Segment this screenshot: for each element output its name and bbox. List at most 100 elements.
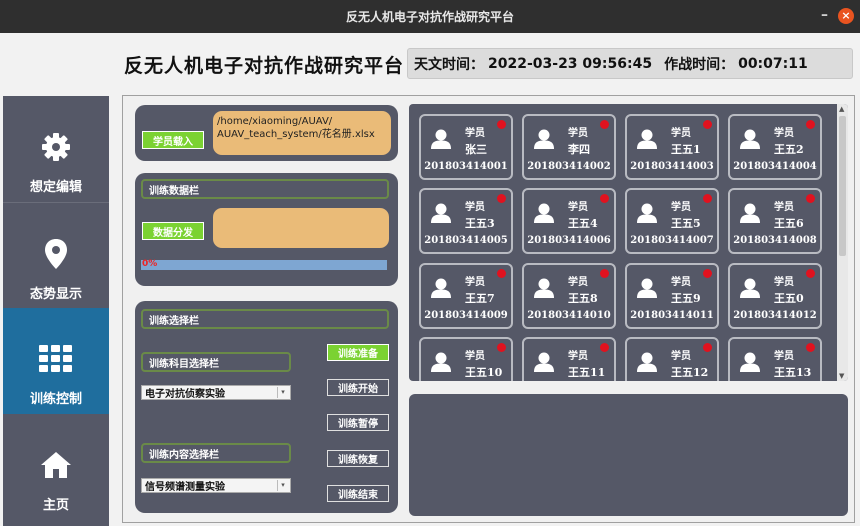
training-end-button[interactable]: 训练结束 [327, 485, 389, 502]
student-name: 王五12 [671, 366, 709, 379]
minimize-button[interactable]: – [821, 7, 828, 23]
student-role: 学员 [465, 351, 485, 362]
student-id: 201803414001 [424, 161, 508, 172]
student-name: 王五13 [774, 366, 812, 379]
user-avatar-icon [430, 128, 452, 154]
student-id: 201803414012 [733, 310, 817, 321]
student-name: 王五8 [568, 292, 598, 305]
status-dot [703, 269, 712, 278]
student-name: 李四 [568, 143, 590, 156]
student-role: 学员 [465, 277, 485, 288]
user-avatar-icon [430, 202, 452, 228]
student-card[interactable]: 学员 王五5 201803414007 [625, 188, 719, 254]
close-button[interactable]: × [838, 8, 854, 24]
student-card[interactable]: 学员 王五3 201803414005 [419, 188, 513, 254]
nav-label: 主页 [42, 498, 69, 513]
user-avatar-icon [636, 277, 658, 303]
training-prepare-button[interactable]: 训练准备 [327, 344, 389, 361]
student-id: 201803414004 [733, 161, 817, 172]
training-start-button[interactable]: 训练开始 [327, 379, 389, 396]
nav-item-situation-display[interactable]: 态势显示 [3, 203, 109, 309]
student-id: 201803414005 [424, 235, 508, 246]
nav-item-home[interactable]: 主页 [3, 414, 109, 520]
combat-time-value: 00:07:11 [738, 55, 808, 72]
scroll-up-icon[interactable]: ▲ [839, 105, 844, 113]
status-dot [806, 120, 815, 129]
student-card[interactable]: 学员 王五2 201803414004 [728, 114, 822, 180]
student-card[interactable]: 学员王五0 201803414012 [728, 263, 822, 329]
status-dot [806, 269, 815, 278]
status-dot [703, 343, 712, 352]
window-titlebar: 反无人机电子对抗作战研究平台 – × [0, 0, 860, 33]
status-dot [806, 343, 815, 352]
student-id: 201803414009 [424, 310, 508, 321]
scroll-thumb[interactable] [839, 116, 846, 256]
user-avatar-icon [636, 351, 658, 377]
student-id: 201803414006 [527, 235, 611, 246]
student-card[interactable]: 学员王五13 [728, 337, 822, 381]
student-role: 学员 [568, 128, 588, 139]
content-dropdown-value: 信号频谱测量实验 [145, 482, 225, 493]
load-students-button[interactable]: 学员载入 [142, 131, 204, 149]
nav-item-scenario-edit[interactable]: 想定编辑 [3, 96, 109, 202]
data-output-box [213, 208, 389, 248]
progress-text: 0% [142, 259, 158, 269]
user-avatar-icon [739, 202, 761, 228]
sidebar: 想定编辑 态势显示 训练控制 主页 [3, 96, 109, 526]
subject-select-label: 训练科目选择栏 [141, 352, 291, 372]
distribute-data-button[interactable]: 数据分发 [142, 222, 204, 240]
student-card[interactable]: 学员 王五6 201803414008 [728, 188, 822, 254]
user-avatar-icon [533, 277, 555, 303]
user-avatar-icon [636, 202, 658, 228]
student-role: 学员 [774, 128, 794, 139]
student-card[interactable]: 学员王五12 [625, 337, 719, 381]
student-id: 201803414002 [527, 161, 611, 172]
user-avatar-icon [636, 128, 658, 154]
student-role: 学员 [568, 277, 588, 288]
grid-scrollbar[interactable]: ▲ ▼ [837, 104, 848, 381]
subject-dropdown[interactable]: 电子对抗侦察实验 ▾ [141, 385, 291, 400]
student-role: 学员 [671, 202, 691, 213]
student-card[interactable]: 学员 张三 201803414001 [419, 114, 513, 180]
file-path-display: /home/xiaoming/AUAV/ AUAV_teach_system/花… [213, 111, 391, 155]
training-data-title: 训练数据栏 [141, 179, 389, 199]
data-progress-bar: 0% [141, 259, 387, 270]
nav-item-training-control[interactable]: 训练控制 [3, 308, 109, 414]
student-role: 学员 [774, 277, 794, 288]
nav-label: 想定编辑 [29, 180, 82, 195]
content-dropdown[interactable]: 信号频谱测量实验 ▾ [141, 478, 291, 493]
student-card[interactable]: 学员王五10 [419, 337, 513, 381]
user-avatar-icon [739, 351, 761, 377]
nav-label: 训练控制 [29, 392, 82, 407]
student-card[interactable]: 学员 王五9 201803414011 [625, 263, 719, 329]
student-card[interactable]: 学员 王五7 201803414009 [419, 263, 513, 329]
status-dot [600, 194, 609, 203]
student-name: 王五10 [465, 366, 503, 379]
student-id: 201803414011 [630, 310, 714, 321]
student-role: 学员 [465, 128, 485, 139]
scroll-down-icon[interactable]: ▼ [839, 372, 844, 380]
user-avatar-icon [430, 351, 452, 377]
student-name: 王五11 [568, 366, 606, 379]
student-name: 王五1 [671, 143, 701, 156]
status-dot [497, 120, 506, 129]
training-pause-button[interactable]: 训练暂停 [327, 414, 389, 431]
content-select-label: 训练内容选择栏 [141, 443, 291, 463]
student-name: 王五9 [671, 292, 701, 305]
training-resume-button[interactable]: 训练恢复 [327, 450, 389, 467]
student-card[interactable]: 学员 王五4 201803414006 [522, 188, 616, 254]
student-role: 学员 [671, 351, 691, 362]
student-role: 学员 [774, 351, 794, 362]
student-name: 王五0 [774, 292, 804, 305]
student-card[interactable]: 学员李四 201803414002 [522, 114, 616, 180]
student-card[interactable]: 学员 王五8 201803414010 [522, 263, 616, 329]
student-card[interactable]: 学员 王五11 [522, 337, 616, 381]
status-dot [600, 120, 609, 129]
chevron-down-icon: ▾ [277, 387, 288, 398]
student-card[interactable]: 学员 王五1 201803414003 [625, 114, 719, 180]
status-dot [703, 120, 712, 129]
location-pin-icon [44, 237, 68, 271]
student-id: 201803414008 [733, 235, 817, 246]
training-select-panel: 训练选择栏 训练科目选择栏 电子对抗侦察实验 ▾ 训练内容选择栏 信号频谱测量实… [135, 301, 398, 513]
status-dot [497, 269, 506, 278]
